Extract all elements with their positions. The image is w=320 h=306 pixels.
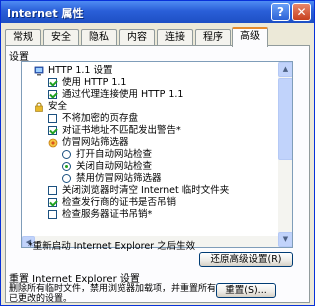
- option-label: 不将加密的页存盘: [62, 113, 139, 124]
- list-item[interactable]: 通过代理连接使用 HTTP 1.1: [22, 89, 278, 101]
- lock-icon: [35, 102, 43, 112]
- window-title: Internet 属性: [7, 7, 84, 20]
- option-label: 通过代理连接使用 HTTP 1.1: [62, 89, 184, 100]
- restore-advanced-settings-button[interactable]: 还原高级设置(R): [199, 252, 293, 267]
- close-button[interactable]: ✕: [292, 3, 311, 21]
- list-item[interactable]: 打开自动网站检查: [22, 149, 278, 161]
- checkbox[interactable]: [48, 78, 57, 87]
- option-label: 关闭自动网站检查: [76, 161, 153, 172]
- title-bar: Internet 属性 ? ✕: [1, 1, 314, 23]
- tab-general[interactable]: 常规: [5, 29, 41, 46]
- option-label: 禁用仿冒网站筛选器: [76, 173, 162, 184]
- category-label: HTTP 1.1 设置: [48, 65, 113, 76]
- reset-description: 删除所有临时文件，禁用浏览器加载项，并重置所有已更改的设置。: [9, 284, 217, 304]
- phishing-filter-icon: [48, 138, 58, 148]
- computer-icon: [34, 66, 44, 76]
- list-item[interactable]: 对证书地址不匹配发出警告*: [22, 125, 278, 137]
- scroll-down-arrow-icon[interactable]: ▼: [278, 232, 292, 247]
- list-item[interactable]: 不将加密的页存盘: [22, 113, 278, 125]
- tab-security[interactable]: 安全: [43, 29, 79, 46]
- option-label: 对证书地址不匹配发出警告*: [62, 125, 181, 136]
- tab-advanced[interactable]: 高级: [232, 27, 268, 47]
- option-label: 打开自动网站检查: [76, 149, 153, 160]
- checkbox[interactable]: [48, 210, 57, 219]
- settings-list: HTTP 1.1 设置 使用 HTTP 1.1 通过代理连接使用 HTTP 1.…: [22, 65, 278, 221]
- restart-note: *重新启动 Internet Explorer 之后生效: [28, 241, 196, 252]
- scroll-thumb[interactable]: [278, 78, 292, 160]
- list-item: HTTP 1.1 设置: [22, 65, 278, 77]
- category-label: 安全: [48, 101, 68, 112]
- tab-privacy[interactable]: 隐私: [81, 29, 117, 46]
- list-item[interactable]: 关闭浏览器时清空 Internet 临时文件夹: [22, 185, 278, 197]
- radio-button[interactable]: [62, 174, 71, 183]
- tab-programs[interactable]: 程序: [195, 29, 231, 46]
- tab-strip: 常规 安全 隐私 内容 连接 程序 高级: [5, 27, 310, 47]
- list-item[interactable]: 关闭自动网站检查: [22, 161, 278, 173]
- checkbox[interactable]: [48, 114, 57, 123]
- option-label: 关闭浏览器时清空 Internet 临时文件夹: [62, 185, 230, 196]
- settings-list-box: HTTP 1.1 设置 使用 HTTP 1.1 通过代理连接使用 HTTP 1.…: [21, 61, 293, 248]
- category-label: 仿冒网站筛选器: [62, 137, 129, 148]
- radio-button[interactable]: [62, 162, 71, 171]
- reset-group-title: 重置 Internet Explorer 设置: [9, 274, 140, 285]
- option-label: 使用 HTTP 1.1: [62, 77, 127, 88]
- scroll-up-arrow-icon[interactable]: ▲: [278, 62, 292, 77]
- vertical-scrollbar[interactable]: ▲ ▼: [278, 62, 292, 247]
- list-item[interactable]: 检查服务器证书吊销*: [22, 209, 278, 221]
- list-item[interactable]: 检查发行商的证书是否吊销: [22, 197, 278, 209]
- radio-button[interactable]: [62, 150, 71, 159]
- reset-ie-group: 重置 Internet Explorer 设置 删除所有临时文件，禁用浏览器加载…: [9, 270, 299, 304]
- option-label: 检查服务器证书吊销*: [62, 209, 153, 220]
- list-item: 仿冒网站筛选器: [22, 137, 278, 149]
- reset-button[interactable]: 重置(S)...: [216, 283, 276, 298]
- checkbox[interactable]: [48, 186, 57, 195]
- list-item: 安全: [22, 101, 278, 113]
- checkbox[interactable]: [48, 90, 57, 99]
- list-item[interactable]: 禁用仿冒网站筛选器: [22, 173, 278, 185]
- option-label: 检查发行商的证书是否吊销: [62, 197, 177, 208]
- checkbox[interactable]: [48, 126, 57, 135]
- checkbox[interactable]: [48, 198, 57, 207]
- list-item[interactable]: 使用 HTTP 1.1: [22, 77, 278, 89]
- tab-content[interactable]: 内容: [119, 29, 155, 46]
- tab-connections[interactable]: 连接: [157, 29, 193, 46]
- help-button[interactable]: ?: [271, 3, 290, 21]
